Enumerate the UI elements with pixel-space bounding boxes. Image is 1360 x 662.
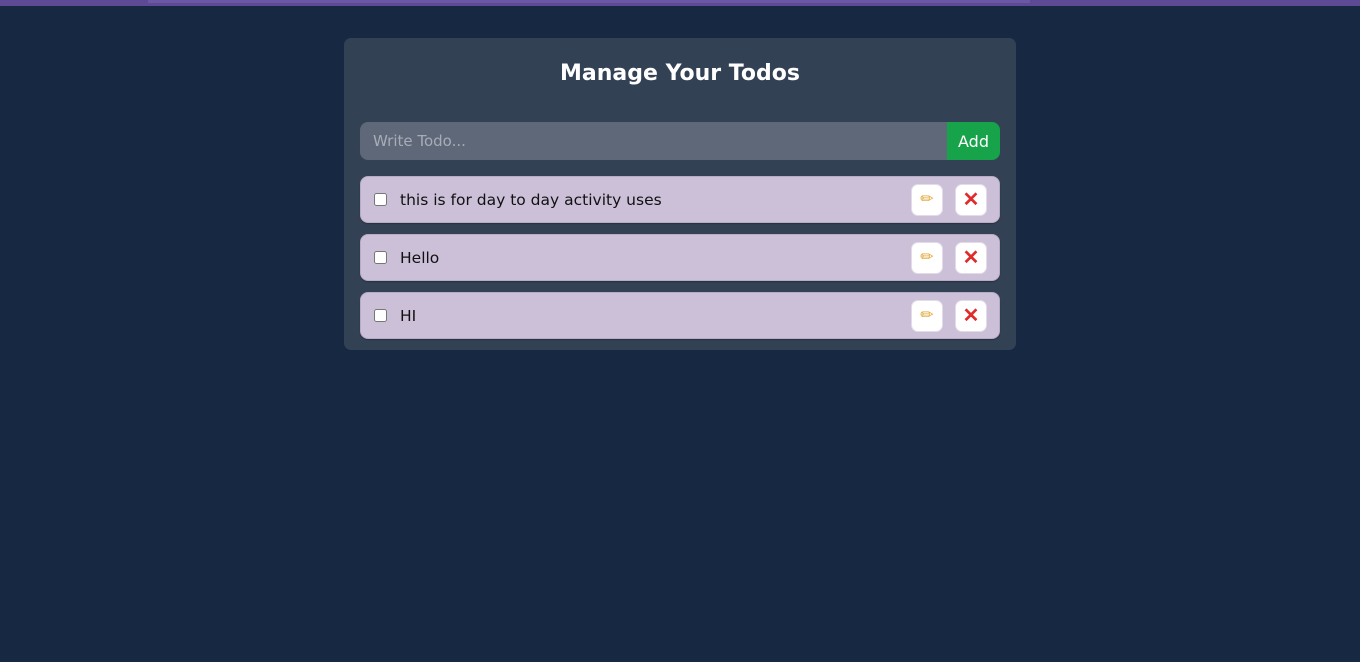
todo-card: Manage Your Todos Add this is for day to… xyxy=(344,38,1016,350)
pencil-icon: ✏ xyxy=(920,190,934,208)
delete-button[interactable]: ✕ xyxy=(955,299,987,332)
todo-checkbox[interactable] xyxy=(374,193,387,206)
pencil-icon: ✏ xyxy=(920,306,934,324)
close-icon: ✕ xyxy=(962,246,980,269)
pencil-icon: ✏ xyxy=(920,248,934,266)
todo-item: Hello ✏ ✕ xyxy=(360,234,1000,281)
todo-text: HI xyxy=(400,306,417,325)
todo-checkbox[interactable] xyxy=(374,251,387,264)
todo-input[interactable] xyxy=(360,122,947,160)
todo-list: this is for day to day activity uses ✏ ✕… xyxy=(360,176,1000,339)
add-button[interactable]: Add xyxy=(947,122,1000,160)
todo-item: this is for day to day activity uses ✏ ✕ xyxy=(360,176,1000,223)
top-accent-bar xyxy=(0,0,1360,6)
todo-checkbox[interactable] xyxy=(374,309,387,322)
page-title: Manage Your Todos xyxy=(560,61,800,86)
edit-button[interactable]: ✏ xyxy=(911,241,943,274)
todo-text: this is for day to day activity uses xyxy=(400,190,662,209)
close-icon: ✕ xyxy=(962,304,980,327)
delete-button[interactable]: ✕ xyxy=(955,183,987,216)
delete-button[interactable]: ✕ xyxy=(955,241,987,274)
add-todo-form: Add xyxy=(360,122,1000,160)
top-accent-highlight xyxy=(148,0,1030,3)
edit-button[interactable]: ✏ xyxy=(911,299,943,332)
todo-text: Hello xyxy=(400,248,440,267)
todo-item: HI ✏ ✕ xyxy=(360,292,1000,339)
close-icon: ✕ xyxy=(962,188,980,211)
edit-button[interactable]: ✏ xyxy=(911,183,943,216)
